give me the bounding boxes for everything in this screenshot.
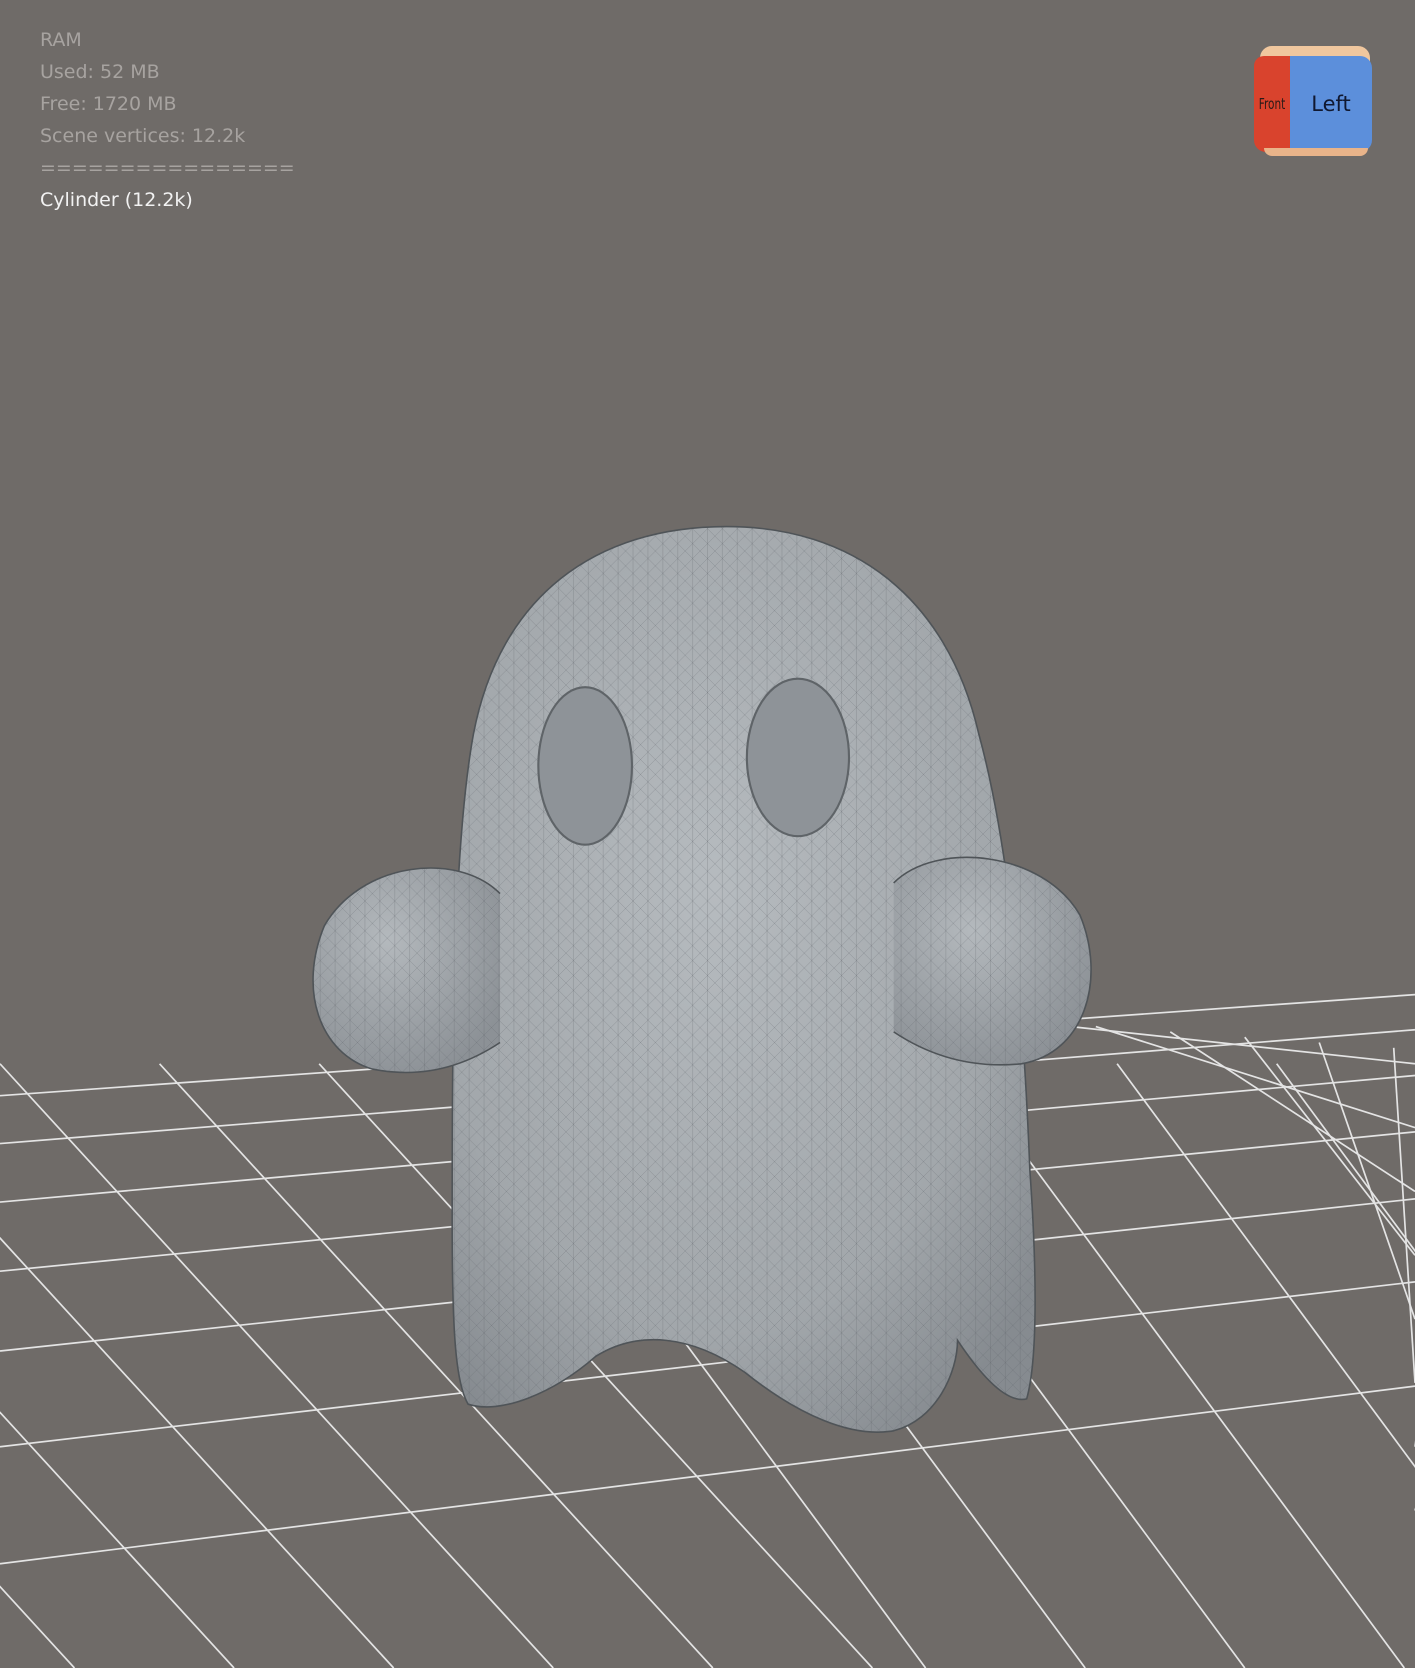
view-cube-bottom <box>1264 148 1368 156</box>
grid-line <box>1116 1063 1415 1469</box>
ram-title: RAM <box>40 29 82 51</box>
ghost-mesh[interactable] <box>312 525 1092 1433</box>
grid-line <box>1276 1063 1415 1253</box>
ram-free: Free: 1720 MB <box>40 93 177 115</box>
selected-object[interactable]: Cylinder (12.2k) <box>40 184 295 216</box>
grid-line <box>1318 1042 1415 1320</box>
viewport-3d[interactable] <box>0 0 1415 1668</box>
grid-line <box>1169 1031 1415 1193</box>
left-eye-hole <box>537 686 634 846</box>
separator: ================ <box>40 157 295 179</box>
view-cube-front[interactable]: Front <box>1254 56 1290 152</box>
grid-line <box>1392 1047 1415 1383</box>
grid-line <box>0 1385 1415 1565</box>
grid-line <box>0 1585 76 1668</box>
grid-line <box>1095 1025 1415 1129</box>
scene-stats-overlay: RAM Used: 52 MB Free: 1720 MB Scene vert… <box>40 24 295 216</box>
right-eye-hole <box>745 677 851 838</box>
view-cube[interactable]: Front Left <box>1252 46 1374 156</box>
scene-vertices: Scene vertices: 12.2k <box>40 125 246 147</box>
grid-line <box>0 1236 395 1668</box>
view-cube-left[interactable]: Left <box>1290 56 1372 152</box>
ram-used: Used: 52 MB <box>40 61 160 83</box>
